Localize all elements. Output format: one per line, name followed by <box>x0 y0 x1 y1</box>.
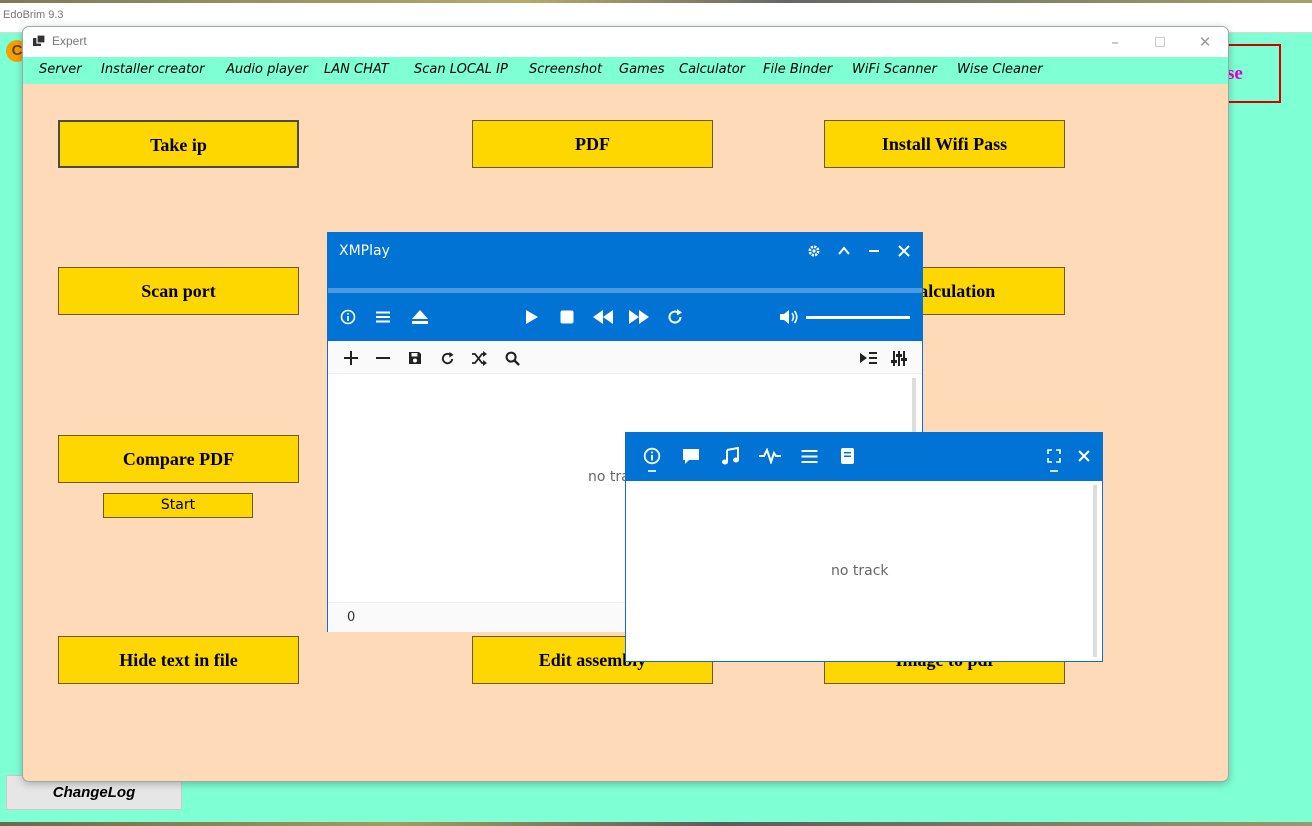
bottom-strip <box>0 822 1312 826</box>
menu-screenshot[interactable]: Screenshot <box>529 62 602 77</box>
xmplay-title: XMPlay <box>339 243 390 259</box>
hide-text-in-file-button[interactable]: Hide text in file <box>58 636 299 684</box>
menu-installer-creator[interactable]: Installer creator <box>101 62 204 77</box>
list-icon[interactable] <box>799 446 819 466</box>
settings-gear-icon[interactable] <box>804 241 824 261</box>
scan-port-button[interactable]: Scan port <box>58 267 299 315</box>
track-count: 0 <box>347 610 356 625</box>
book-icon[interactable] <box>837 446 857 466</box>
menu-wise-cleaner[interactable]: Wise Cleaner <box>957 62 1043 77</box>
eject-icon[interactable] <box>410 307 430 327</box>
close-button[interactable]: ✕ <box>1190 31 1220 53</box>
fullscreen-indicator <box>1050 470 1058 472</box>
search-icon[interactable] <box>502 348 522 368</box>
menu-list-icon[interactable] <box>373 307 393 327</box>
expert-title-bar: Expert – ✕ <box>23 27 1228 57</box>
close-icon[interactable] <box>894 241 914 261</box>
add-icon[interactable] <box>341 348 361 368</box>
info-scrollbar[interactable] <box>1093 485 1097 657</box>
menu-file-binder[interactable]: File Binder <box>763 62 832 77</box>
menu-server[interactable]: Server <box>39 62 82 77</box>
close-icon[interactable] <box>1074 446 1094 466</box>
window-icon <box>33 35 45 46</box>
music-note-icon[interactable] <box>720 446 740 466</box>
info-empty-text: no track <box>831 563 889 579</box>
repeat-icon[interactable] <box>665 307 685 327</box>
save-icon[interactable] <box>405 348 425 368</box>
collapse-chevron-up-icon[interactable] <box>834 241 854 261</box>
menu-scan-local-ip[interactable]: Scan LOCAL IP <box>414 62 508 77</box>
menu-wifi-scanner[interactable]: WiFi Scanner <box>852 62 937 77</box>
xmplay-header: XMPlay <box>328 233 922 341</box>
xmplay-info-window: no track <box>625 432 1103 662</box>
minimize-icon[interactable] <box>864 241 884 261</box>
active-tab-indicator <box>648 470 656 472</box>
fast-forward-icon[interactable] <box>627 307 651 327</box>
equalizer-icon[interactable] <box>889 348 909 368</box>
volume-icon[interactable] <box>778 307 800 327</box>
info-icon[interactable] <box>642 446 662 466</box>
xmplay-seek-bar[interactable] <box>328 288 922 293</box>
info-window-header <box>626 433 1102 481</box>
menu-lan-chat[interactable]: LAN CHAT <box>324 62 389 77</box>
remove-icon[interactable] <box>373 348 393 368</box>
volume-slider[interactable] <box>806 316 910 319</box>
stop-icon[interactable] <box>557 307 577 327</box>
start-button[interactable]: Start <box>103 493 253 518</box>
pdf-button[interactable]: PDF <box>472 120 713 168</box>
maximize-button[interactable] <box>1145 31 1175 53</box>
minimize-button[interactable]: – <box>1100 31 1130 53</box>
info-icon[interactable] <box>338 307 358 327</box>
menu-bar: Server Installer creator Audio player LA… <box>23 57 1228 84</box>
take-ip-button[interactable]: Take ip <box>58 120 299 168</box>
outer-window-title: EdoBrim 9.3 <box>3 9 64 21</box>
taskbar-strip <box>0 0 1312 3</box>
message-bubble-icon[interactable] <box>681 446 701 466</box>
rewind-icon[interactable] <box>591 307 615 327</box>
menu-calculator[interactable]: Calculator <box>679 62 745 77</box>
queue-play-icon[interactable] <box>857 348 879 368</box>
play-icon[interactable] <box>521 307 541 327</box>
expert-window-title: Expert <box>52 34 87 48</box>
compare-pdf-button[interactable]: Compare PDF <box>58 435 299 483</box>
menu-games[interactable]: Games <box>619 62 664 77</box>
shuffle-icon[interactable] <box>469 348 489 368</box>
maximize-icon <box>1155 37 1165 47</box>
install-wifi-pass-button[interactable]: Install Wifi Pass <box>824 120 1065 168</box>
reload-icon[interactable] <box>437 348 457 368</box>
playlist-toolbar <box>328 341 922 374</box>
menu-audio-player[interactable]: Audio player <box>226 62 308 77</box>
outer-close-label: se <box>1227 63 1243 84</box>
fullscreen-icon[interactable] <box>1044 446 1064 466</box>
playlist-empty-text: no tra <box>588 469 630 485</box>
waveform-icon[interactable] <box>759 446 781 466</box>
